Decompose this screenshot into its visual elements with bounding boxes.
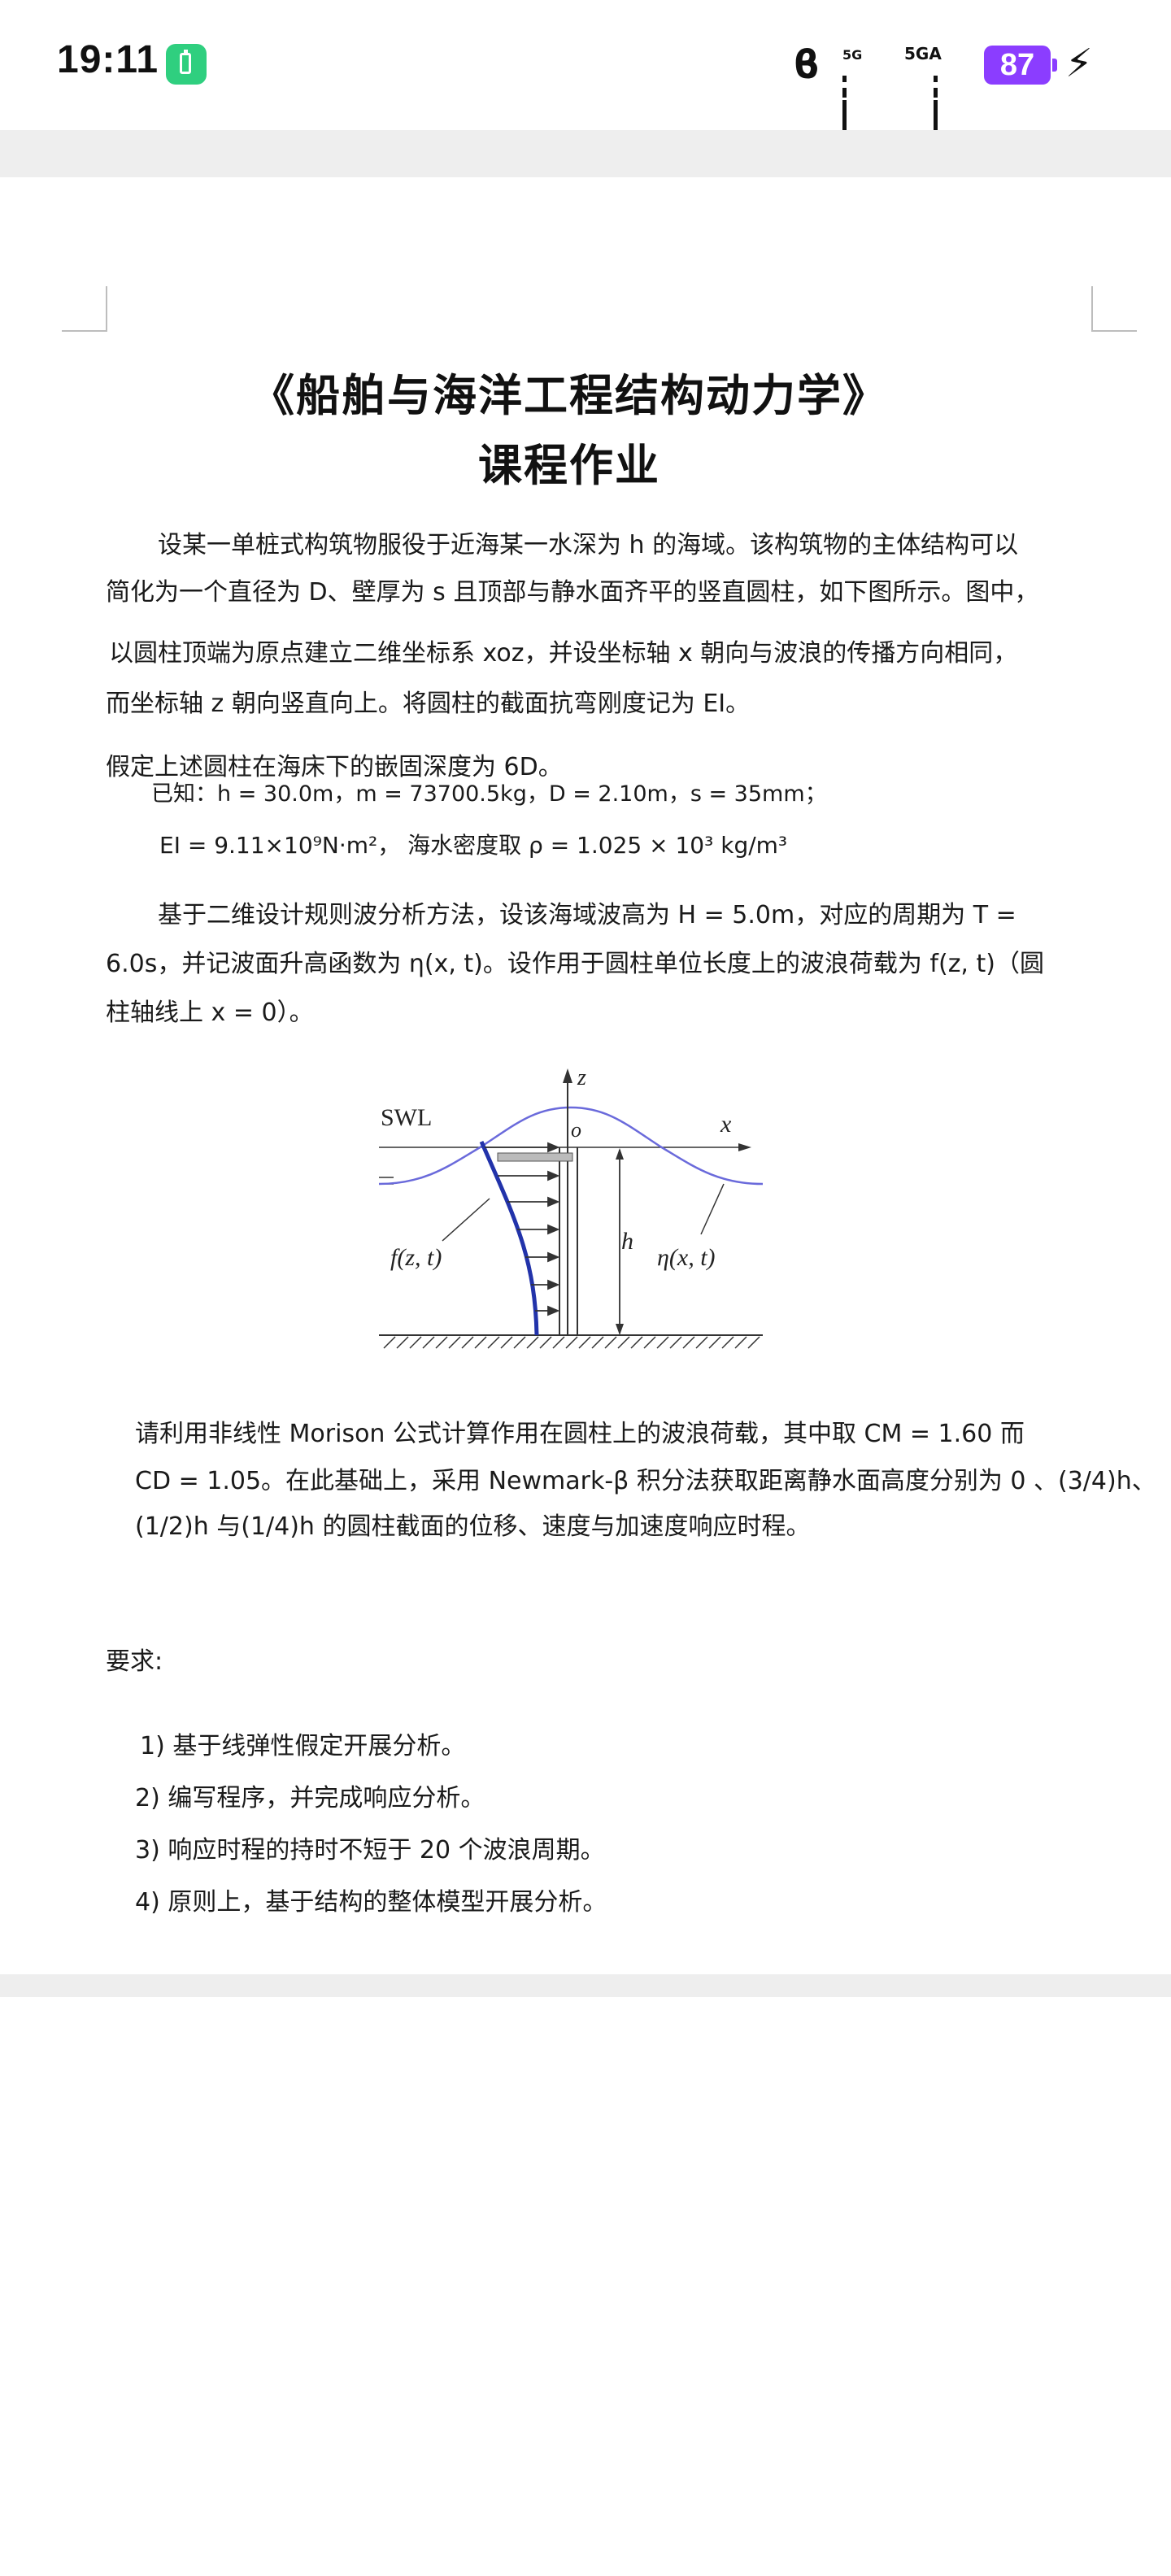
page-separator bbox=[0, 1974, 1171, 1997]
depth-label: h bbox=[621, 1228, 633, 1255]
load-arrows bbox=[485, 1142, 560, 1316]
z-axis-label: z bbox=[577, 1065, 586, 1090]
paragraph-line: (1/2)h 与(1/4)h 的圆柱截面的位移、速度与加速度响应时程。 bbox=[135, 1512, 811, 1541]
clock: 19:11 bbox=[57, 38, 159, 81]
paragraph-line: 以圆柱顶端为原点建立二维坐标系 xoz，并设坐标轴 x 朝向与波浪的传播方向相同… bbox=[109, 639, 1018, 668]
charging-icon: ⚡ bbox=[1065, 41, 1093, 86]
paragraph-line: 简化为一个直径为 D、壁厚为 s 且顶部与静水面齐平的竖直圆柱，如下图所示。图中… bbox=[106, 578, 1039, 607]
wave-elevation-label: η(x, t) bbox=[657, 1244, 716, 1271]
known-values: 已知：h = 30.0m，m = 73700.5kg，D = 2.10m，s =… bbox=[151, 781, 827, 807]
origin-label: o bbox=[571, 1118, 581, 1142]
corner-mark bbox=[62, 286, 107, 332]
bluetooth-icon: ϐ bbox=[794, 42, 820, 88]
swl-label: SWL bbox=[381, 1104, 432, 1131]
x-axis-label: x bbox=[720, 1111, 732, 1138]
paragraph-line: CD = 1.05。在此基础上，采用 Newmark-β 积分法获取距离静水面高… bbox=[135, 1467, 1156, 1495]
paragraph-line: 柱轴线上 x = 0）。 bbox=[106, 999, 314, 1027]
paragraph-line: 基于二维设计规则波分析方法，设该海域波高为 H = 5.0m，对应的周期为 T … bbox=[158, 901, 1016, 929]
requirement-item: 2) 编写程序，并完成响应分析。 bbox=[135, 1784, 485, 1812]
requirement-item: 4) 原则上，基于结构的整体模型开展分析。 bbox=[135, 1888, 607, 1917]
status-bar: 19:11 ϐ 5G 5GA 87 ⚡ bbox=[0, 0, 1171, 131]
battery-saver-icon bbox=[166, 44, 207, 85]
seabed-hatching bbox=[383, 1336, 760, 1349]
corner-mark bbox=[1091, 286, 1137, 332]
load-distribution-curve bbox=[479, 1141, 539, 1336]
requirements-heading: 要求: bbox=[106, 1647, 163, 1676]
paragraph-line: 设某一单桩式构筑物服役于近海某一水深为 h 的海域。该构筑物的主体结构可以 bbox=[158, 531, 1019, 559]
separator-band bbox=[0, 130, 1171, 177]
paragraph-line: 而坐标轴 z 朝向竖直向上。将圆柱的截面抗弯刚度记为 EI。 bbox=[106, 690, 751, 718]
requirement-item: 3) 响应时程的持时不短于 20 个波浪周期。 bbox=[135, 1836, 605, 1865]
hatched-strip bbox=[497, 1152, 573, 1162]
network-label: 5GA bbox=[904, 44, 942, 63]
pile-wave-diagram: SWL z o x h f(z, t) η(x, t) bbox=[378, 1065, 764, 1349]
battery-level: 87 bbox=[984, 46, 1057, 85]
requirement-item: 1) 基于线弹性假定开展分析。 bbox=[140, 1732, 466, 1760]
document-title: 《船舶与海洋工程结构动力学》 bbox=[250, 370, 888, 421]
network-label: 5G bbox=[842, 47, 863, 63]
paragraph-line: 6.0s，并记波面升高函数为 η(x, t)。设作用于圆柱单位长度上的波浪荷载为… bbox=[106, 950, 1044, 978]
document-subtitle: 课程作业 bbox=[478, 440, 660, 491]
stiffness-density: EI = 9.11×10⁹N·m²， 海水密度取 ρ = 1.025 × 10³… bbox=[159, 832, 788, 859]
load-label: f(z, t) bbox=[390, 1244, 442, 1271]
paragraph-line: 请利用非线性 Morison 公式计算作用在圆柱上的波浪荷载，其中取 CM = … bbox=[135, 1420, 1025, 1448]
